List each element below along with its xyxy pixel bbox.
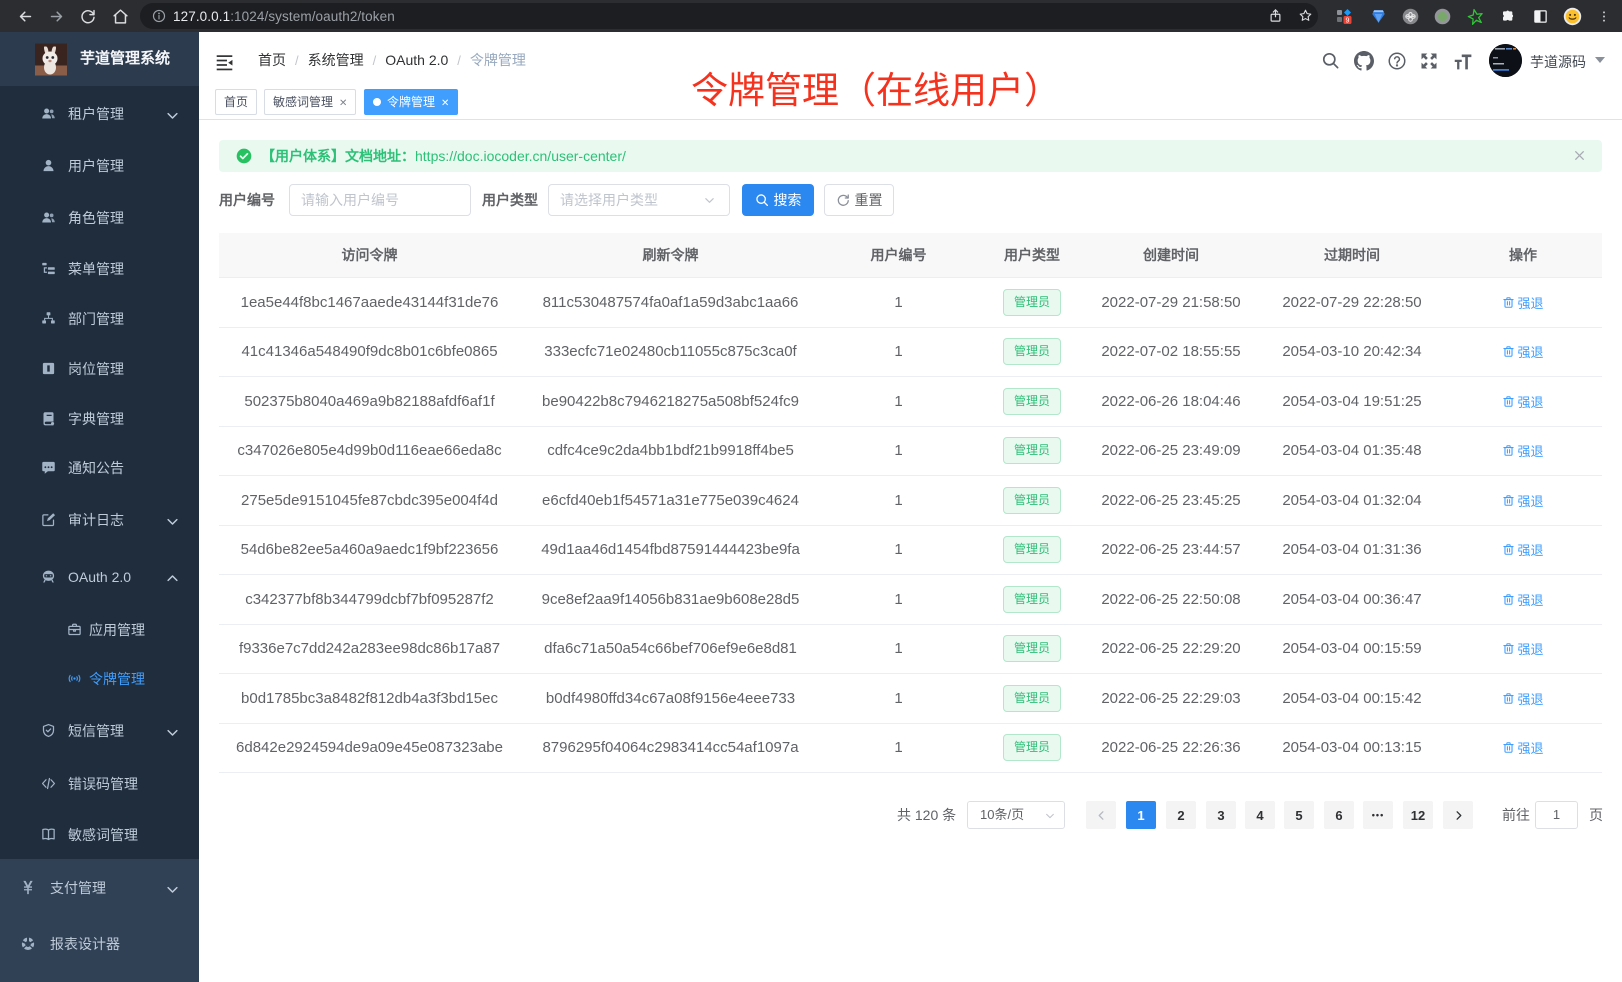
svg-text:9: 9 bbox=[1346, 17, 1350, 24]
